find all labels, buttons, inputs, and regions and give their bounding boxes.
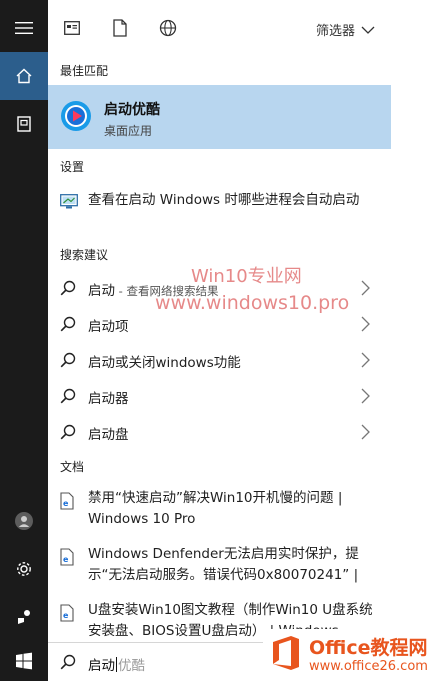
office-logo-icon <box>273 636 299 670</box>
suggestion-text: 启动项 <box>88 319 129 335</box>
settings-button[interactable] <box>0 545 48 593</box>
hamburger-icon <box>15 22 33 34</box>
chevron-right-icon <box>361 388 370 404</box>
suggestion-text: 启动盘 <box>88 427 129 443</box>
feedback-icon <box>18 610 30 624</box>
chevron-right-icon <box>361 316 370 332</box>
suggestion-item[interactable]: 启动盘 <box>48 414 391 450</box>
search-icon <box>60 352 76 368</box>
home-icon <box>16 68 32 84</box>
home-button[interactable] <box>0 52 48 100</box>
document-result[interactable]: e Windows Denfender无法启用实时保护，提示“无法启动服务。错误… <box>48 542 391 598</box>
chevron-right-icon <box>361 280 370 296</box>
search-scope-toolbar: 筛选器 <box>48 0 391 56</box>
web-scope-button[interactable] <box>158 18 178 38</box>
start-left-rail <box>0 0 48 681</box>
best-match-title: 启动优酷 <box>104 102 160 118</box>
youku-logo-icon <box>61 101 91 131</box>
document-result-text: Windows Denfender无法启用实时保护，提示“无法启动服务。错误代码… <box>88 546 359 583</box>
web-document-icon: e <box>60 492 74 510</box>
start-button[interactable] <box>0 637 48 681</box>
svg-text:e: e <box>63 499 69 508</box>
apps-scope-button[interactable] <box>62 18 82 38</box>
filter-dropdown[interactable]: 筛选器 <box>316 20 375 39</box>
search-icon <box>60 654 76 670</box>
chevron-right-icon <box>361 424 370 440</box>
search-icon <box>60 388 76 404</box>
suggestion-text: 启动或关闭windows功能 <box>88 355 241 371</box>
document-result-text: 禁用“快速启动”解决Win10开机慢的问题 | Windows 10 Pro <box>88 490 343 527</box>
site-badge: Office教程网 www.office26.com <box>263 629 431 681</box>
web-document-icon: e <box>60 548 74 566</box>
best-match-subtitle: 桌面应用 <box>104 124 153 138</box>
documents-nav-button[interactable] <box>0 100 48 148</box>
badge-title: Office教程网 <box>309 637 428 659</box>
monitor-settings-icon <box>60 194 78 209</box>
file-icon <box>113 19 127 37</box>
hamburger-menu-button[interactable] <box>0 4 48 52</box>
avatar-icon <box>15 512 33 530</box>
suggestion-item[interactable]: 启动器 <box>48 378 391 414</box>
search-typed-text: 启动 <box>88 658 115 674</box>
text-caret <box>116 657 117 672</box>
search-icon <box>60 424 76 440</box>
section-heading-settings: 设置 <box>60 160 85 174</box>
chevron-down-icon <box>361 26 375 34</box>
best-match-result[interactable]: 启动优酷 桌面应用 <box>48 85 391 149</box>
svg-text:e: e <box>63 555 69 564</box>
section-heading-documents: 文档 <box>60 460 85 474</box>
right-gutter <box>391 0 431 681</box>
setting-result-startup-processes[interactable]: 查看在启动 Windows 时哪些进程会自动启动 <box>48 186 391 234</box>
globe-icon <box>159 19 177 37</box>
web-document-icon: e <box>60 604 74 622</box>
user-account-button[interactable] <box>0 497 48 545</box>
windows-logo-icon <box>16 652 32 670</box>
search-input[interactable]: 启动 优酷 <box>88 654 145 674</box>
gear-icon <box>17 562 31 576</box>
document-result[interactable]: e 禁用“快速启动”解决Win10开机慢的问题 | Windows 10 Pro <box>48 486 391 542</box>
suggestion-text: 启动器 <box>88 391 129 407</box>
filter-label: 筛选器 <box>316 24 356 39</box>
chevron-right-icon <box>361 352 370 368</box>
power-or-feedback-button[interactable] <box>0 593 48 641</box>
app-window-icon <box>64 21 80 35</box>
suggestion-item[interactable]: 启动或关闭windows功能 <box>48 342 391 378</box>
search-icon <box>60 316 76 332</box>
document-frame-icon <box>17 116 31 132</box>
search-autocomplete-ghost: 优酷 <box>118 658 145 674</box>
documents-scope-button[interactable] <box>110 18 130 38</box>
setting-result-text: 查看在启动 Windows 时哪些进程会自动启动 <box>88 192 360 208</box>
svg-text:e: e <box>63 611 69 620</box>
badge-url: www.office26.com <box>309 659 428 674</box>
section-heading-search-suggestions: 搜索建议 <box>60 248 109 262</box>
watermark-line-1: Win10专业网 <box>191 266 302 287</box>
watermark-line-2: www.windows10.pro <box>155 292 350 314</box>
search-results-panel: 筛选器 最佳匹配 启动优酷 桌面应用 设置 查看在启动 Windows 时哪些进… <box>48 0 391 681</box>
section-heading-best-match: 最佳匹配 <box>60 64 109 78</box>
search-icon <box>60 280 76 296</box>
suggestion-text: 启动 <box>88 283 115 299</box>
